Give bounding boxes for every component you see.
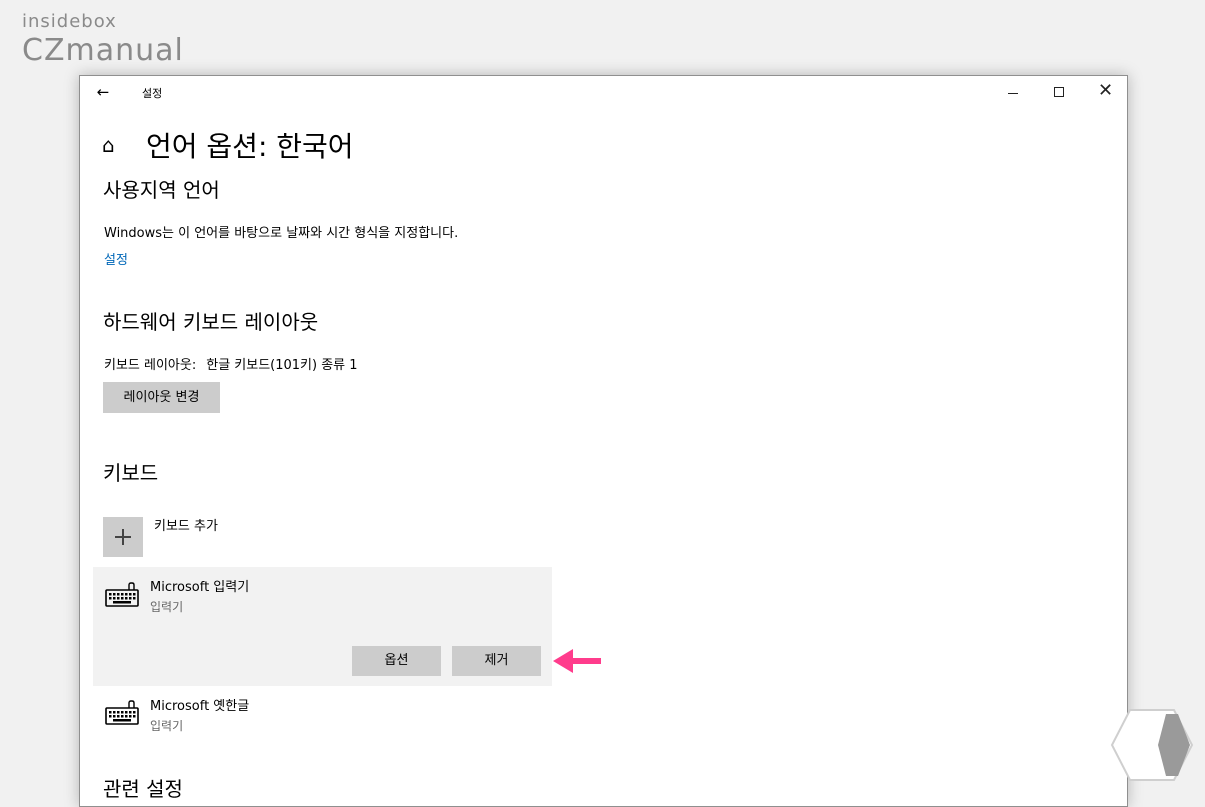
keyboard-item-name[interactable]: Microsoft 옛한글 bbox=[150, 698, 249, 716]
keyboard-item-type: 입력기 bbox=[150, 719, 184, 733]
keyboard-icon bbox=[105, 700, 139, 725]
watermark-line2: CZmanual bbox=[22, 33, 184, 68]
title-bar: ← 설정 ✕ bbox=[80, 76, 1127, 108]
maximize-button[interactable] bbox=[1036, 76, 1082, 108]
keyboard-layout-value: 한글 키보드(101키) 종류 1 bbox=[206, 358, 358, 373]
hardware-keyboard-heading: 하드웨어 키보드 레이아웃 bbox=[103, 310, 319, 334]
region-language-description: Windows는 이 언어를 바탕으로 날짜와 시간 형식을 지정합니다. bbox=[104, 226, 459, 241]
settings-window: ← 설정 ✕ ⌂ 언어 옵션: 한국어 사용지역 언어 Windows는 이 언… bbox=[79, 75, 1128, 807]
hexagon-logo-icon bbox=[1110, 709, 1194, 781]
related-settings-heading: 관련 설정 bbox=[103, 777, 183, 801]
keyboard-layout-info: 키보드 레이아웃: 한글 키보드(101키) 종류 1 bbox=[104, 357, 358, 375]
add-keyboard-label[interactable]: 키보드 추가 bbox=[154, 518, 218, 536]
region-language-heading: 사용지역 언어 bbox=[103, 178, 220, 202]
keyboard-item-type: 입력기 bbox=[150, 600, 184, 614]
left-arrow-icon bbox=[553, 649, 601, 673]
close-button[interactable]: ✕ bbox=[1082, 76, 1127, 108]
add-keyboard-button[interactable] bbox=[103, 517, 143, 557]
keyboard-remove-button[interactable]: 제거 bbox=[452, 646, 541, 676]
region-settings-link[interactable]: 설정 bbox=[104, 252, 128, 270]
keyboard-layout-label: 키보드 레이아웃: bbox=[104, 358, 197, 373]
keyboard-item-name: Microsoft 입력기 bbox=[150, 580, 250, 595]
watermark-line1: insidebox bbox=[22, 11, 117, 32]
minimize-icon bbox=[1008, 93, 1018, 94]
keyboard-icon bbox=[105, 582, 139, 607]
keyboard-options-button[interactable]: 옵션 bbox=[352, 646, 441, 676]
home-icon[interactable]: ⌂ bbox=[102, 134, 124, 156]
keyboards-heading: 키보드 bbox=[103, 461, 159, 485]
window-title: 설정 bbox=[142, 87, 163, 100]
maximize-icon bbox=[1054, 87, 1064, 97]
change-layout-button[interactable]: 레이아웃 변경 bbox=[103, 382, 220, 413]
back-arrow-icon[interactable]: ← bbox=[93, 83, 113, 101]
minimize-button[interactable] bbox=[990, 76, 1036, 108]
close-icon: ✕ bbox=[1098, 80, 1114, 101]
page-title: 언어 옵션: 한국어 bbox=[146, 130, 354, 163]
watermark-logo: insidebox CZmanual bbox=[22, 12, 184, 68]
